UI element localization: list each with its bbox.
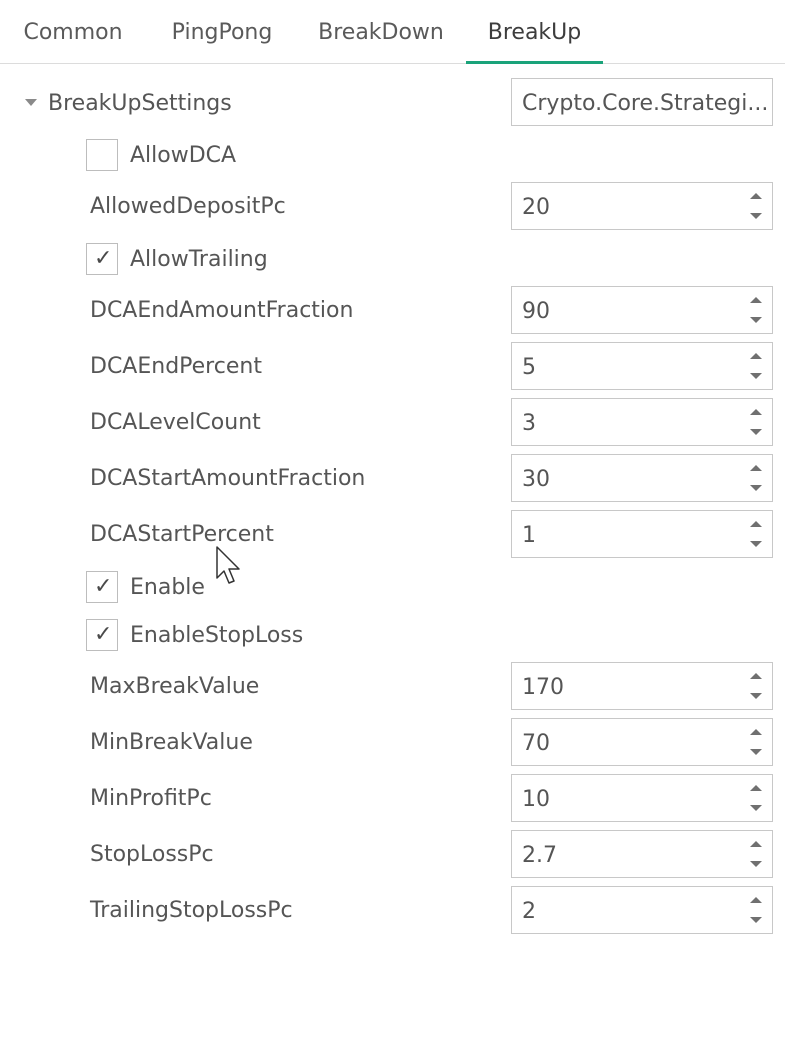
allowed-deposit-pc-value: 20 — [522, 195, 550, 220]
spin-down-icon[interactable] — [750, 861, 762, 867]
allowed-deposit-pc-spinner[interactable]: 20 — [511, 182, 773, 230]
allow-trailing-row: ✓ AllowTrailing — [0, 237, 785, 281]
dca-level-count-label: DCALevelCount — [90, 410, 261, 435]
tab-common[interactable]: Common — [0, 0, 146, 62]
spin-down-icon[interactable] — [750, 213, 762, 219]
enable-row: ✓ Enable — [0, 565, 785, 609]
spin-down-icon[interactable] — [750, 373, 762, 379]
allow-dca-label: AllowDCA — [130, 143, 237, 168]
breakup-settings-group: BreakUpSettings Crypto.Core.Strategi... — [0, 78, 785, 126]
spin-up-icon[interactable] — [750, 521, 762, 527]
spin-up-icon[interactable] — [750, 409, 762, 415]
tab-bar: Common PingPong BreakDown BreakUp — [0, 0, 785, 64]
trailing-stop-loss-pc-label: TrailingStopLossPc — [90, 898, 293, 923]
spin-up-icon[interactable] — [750, 465, 762, 471]
dca-start-amount-fraction-spinner[interactable]: 30 — [511, 454, 773, 502]
dca-end-percent-value: 5 — [522, 355, 536, 380]
checkmark-icon: ✓ — [94, 574, 113, 599]
allow-dca-checkbox[interactable] — [86, 139, 118, 171]
stop-loss-pc-label: StopLossPc — [90, 842, 214, 867]
enable-stop-loss-checkbox[interactable]: ✓ — [86, 619, 118, 651]
allow-trailing-label: AllowTrailing — [130, 247, 268, 272]
mouse-pointer-icon — [216, 546, 240, 584]
dca-start-amount-fraction-value: 30 — [522, 467, 550, 492]
spin-up-icon[interactable] — [750, 297, 762, 303]
dca-end-percent-spinner[interactable]: 5 — [511, 342, 773, 390]
enable-stop-loss-row: ✓ EnableStopLoss — [0, 613, 785, 657]
spin-up-icon[interactable] — [750, 193, 762, 199]
dca-start-percent-label: DCAStartPercent — [90, 522, 274, 547]
group-label: BreakUpSettings — [48, 91, 232, 116]
spin-down-icon[interactable] — [750, 805, 762, 811]
checkmark-icon: ✓ — [94, 246, 113, 271]
trailing-stop-loss-pc-value: 2 — [522, 899, 536, 924]
dca-start-percent-value: 1 — [522, 523, 536, 548]
spin-down-icon[interactable] — [750, 693, 762, 699]
spin-down-icon[interactable] — [750, 485, 762, 491]
dca-end-amount-fraction-value: 90 — [522, 299, 550, 324]
enable-checkbox[interactable]: ✓ — [86, 571, 118, 603]
spin-up-icon[interactable] — [750, 897, 762, 903]
max-break-value-value: 170 — [522, 675, 564, 700]
spin-up-icon[interactable] — [750, 353, 762, 359]
spin-up-icon[interactable] — [750, 673, 762, 679]
dca-end-amount-fraction-spinner[interactable]: 90 — [511, 286, 773, 334]
stop-loss-pc-value: 2.7 — [522, 843, 557, 868]
tab-breakdown[interactable]: BreakDown — [298, 0, 464, 62]
collapse-triangle-icon[interactable] — [25, 99, 37, 106]
dca-start-percent-spinner[interactable]: 1 — [511, 510, 773, 558]
trailing-stop-loss-pc-spinner[interactable]: 2 — [511, 886, 773, 934]
allow-dca-row: AllowDCA — [0, 133, 785, 177]
group-value-field[interactable]: Crypto.Core.Strategi... — [511, 78, 773, 126]
checkmark-icon: ✓ — [94, 622, 113, 647]
spin-up-icon[interactable] — [750, 785, 762, 791]
spin-up-icon[interactable] — [750, 729, 762, 735]
dca-start-amount-fraction-label: DCAStartAmountFraction — [90, 466, 366, 491]
tab-breakup[interactable]: BreakUp — [466, 0, 603, 64]
dca-level-count-spinner[interactable]: 3 — [511, 398, 773, 446]
spin-down-icon[interactable] — [750, 541, 762, 547]
group-value-text: Crypto.Core.Strategi... — [522, 91, 767, 116]
spin-down-icon[interactable] — [750, 749, 762, 755]
dca-level-count-value: 3 — [522, 411, 536, 436]
max-break-value-spinner[interactable]: 170 — [511, 662, 773, 710]
max-break-value-label: MaxBreakValue — [90, 674, 260, 699]
allowed-deposit-pc-label: AllowedDepositPc — [90, 194, 286, 219]
min-break-value-label: MinBreakValue — [90, 730, 253, 755]
enable-stop-loss-label: EnableStopLoss — [130, 623, 304, 648]
stop-loss-pc-spinner[interactable]: 2.7 — [511, 830, 773, 878]
spin-down-icon[interactable] — [750, 317, 762, 323]
min-break-value-value: 70 — [522, 731, 550, 756]
dca-end-percent-label: DCAEndPercent — [90, 354, 262, 379]
allow-trailing-checkbox[interactable]: ✓ — [86, 243, 118, 275]
spin-up-icon[interactable] — [750, 841, 762, 847]
min-profit-pc-value: 10 — [522, 787, 550, 812]
tab-pingpong[interactable]: PingPong — [149, 0, 295, 62]
enable-label: Enable — [130, 575, 205, 600]
min-break-value-spinner[interactable]: 70 — [511, 718, 773, 766]
spin-down-icon[interactable] — [750, 917, 762, 923]
min-profit-pc-label: MinProfitPc — [90, 786, 212, 811]
property-grid-page: Common PingPong BreakDown BreakUp BreakU… — [0, 0, 785, 1062]
dca-end-amount-fraction-label: DCAEndAmountFraction — [90, 298, 354, 323]
min-profit-pc-spinner[interactable]: 10 — [511, 774, 773, 822]
spin-down-icon[interactable] — [750, 429, 762, 435]
